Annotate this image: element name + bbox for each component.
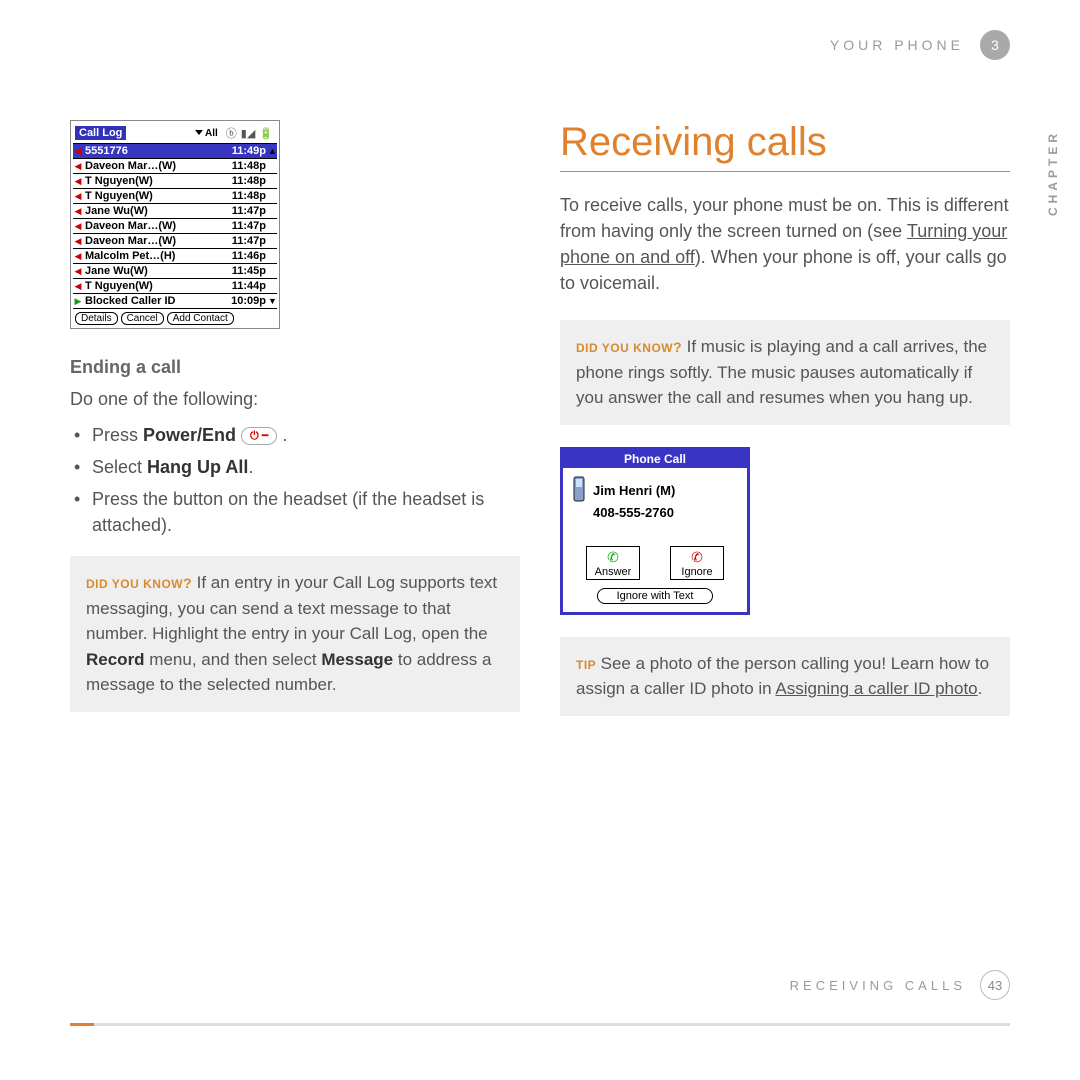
receiving-calls-paragraph: To receive calls, your phone must be on.… — [560, 192, 1010, 296]
tip-label: DID YOU KNOW — [576, 341, 682, 355]
table-row[interactable]: ▶Blocked Caller ID10:09p▼ — [73, 294, 277, 309]
call-direction-icon: ◀ — [73, 191, 83, 202]
page-number: 43 — [980, 970, 1010, 1000]
table-row[interactable]: ◀T Nguyen(W)11:48p — [73, 174, 277, 189]
phone-call-screenshot: Phone Call Jim Henri (M) 408-555-2760 ✆A… — [560, 447, 750, 615]
did-you-know-box: DID YOU KNOW If music is playing and a c… — [560, 320, 1010, 425]
tip-label: TIP — [576, 658, 596, 672]
phone-answer-icon: ✆ — [587, 549, 639, 566]
call-direction-icon: ◀ — [73, 221, 83, 232]
ignore-button[interactable]: ✆Ignore — [670, 546, 724, 580]
call-direction-icon: ◀ — [73, 176, 83, 187]
ending-call-heading: Ending a call — [70, 357, 520, 378]
table-row[interactable]: ◀Jane Wu(W)11:45p — [73, 264, 277, 279]
phone-ignore-icon: ✆ — [671, 549, 723, 566]
table-row[interactable]: ◀Daveon Mar…(W)11:47p — [73, 234, 277, 249]
tip-box: TIP See a photo of the person calling yo… — [560, 637, 1010, 716]
table-row[interactable]: ◀Daveon Mar…(W)11:47p — [73, 219, 277, 234]
list-item: Select Hang Up All. — [72, 454, 520, 480]
chapter-badge: 3 — [980, 30, 1010, 60]
footer-rule — [70, 1023, 1010, 1026]
call-direction-icon: ◀ — [73, 281, 83, 292]
call-direction-icon: ◀ — [73, 251, 83, 262]
call-direction-icon: ◀ — [73, 146, 83, 157]
footer-section: RECEIVING CALLS — [790, 978, 966, 993]
details-button[interactable]: Details — [75, 312, 118, 325]
tip-label: DID YOU KNOW — [86, 577, 192, 591]
table-row[interactable]: ◀T Nguyen(W)11:48p — [73, 189, 277, 204]
caller-id-photo-link[interactable]: Assigning a caller ID photo — [775, 679, 977, 698]
table-row[interactable]: ◀Jane Wu(W)11:47p — [73, 204, 277, 219]
call-direction-icon: ◀ — [73, 266, 83, 277]
table-row[interactable]: ◀T Nguyen(W)11:44p — [73, 279, 277, 294]
list-item: Press Power/End ⏻━ . — [72, 422, 520, 448]
status-icons: ⓑ▮◢🔋 — [224, 125, 275, 141]
answer-button[interactable]: ✆Answer — [586, 546, 640, 580]
add-contact-button[interactable]: Add Contact — [167, 312, 234, 325]
list-item: Press the button on the headset (if the … — [72, 486, 520, 538]
power-end-icon: ⏻━ — [241, 427, 277, 445]
table-row[interactable]: ◀Malcolm Pet…(H)11:46p — [73, 249, 277, 264]
call-direction-icon: ◀ — [73, 206, 83, 217]
chapter-side-label: CHAPTER — [1046, 130, 1060, 216]
phone-icon — [571, 476, 587, 505]
table-row[interactable]: ◀Daveon Mar…(W)11:48p — [73, 159, 277, 174]
dropdown-icon — [195, 130, 203, 135]
ignore-with-text-button[interactable]: Ignore with Text — [597, 588, 713, 604]
call-log-screenshot: Call Log All ⓑ▮◢🔋 ◀555177611:49p▲◀Daveon… — [70, 120, 280, 329]
ending-intro: Do one of the following: — [70, 386, 520, 412]
did-you-know-box: DID YOU KNOW If an entry in your Call Lo… — [70, 556, 520, 712]
phone-call-title: Phone Call — [563, 450, 747, 468]
call-log-title: Call Log — [75, 126, 126, 140]
cancel-button[interactable]: Cancel — [121, 312, 164, 325]
call-direction-icon: ◀ — [73, 236, 83, 247]
receiving-calls-heading: Receiving calls — [560, 120, 1010, 172]
header-section: YOUR PHONE — [830, 37, 964, 53]
call-direction-icon: ▶ — [73, 296, 83, 307]
call-direction-icon: ◀ — [73, 161, 83, 172]
table-row[interactable]: ◀555177611:49p▲ — [73, 144, 277, 159]
